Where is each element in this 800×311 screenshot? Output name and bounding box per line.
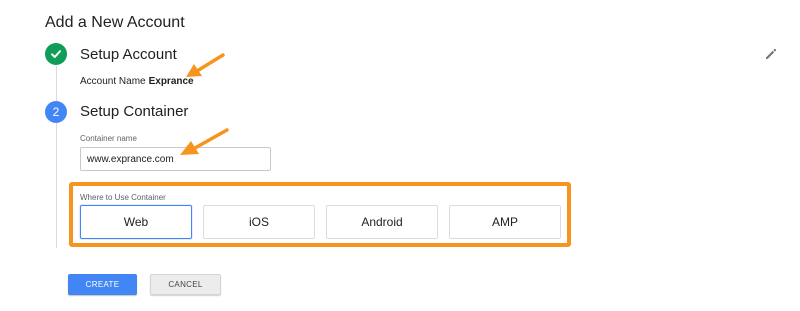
page-title: Add a New Account bbox=[45, 14, 185, 31]
platform-amp-button[interactable]: AMP bbox=[449, 205, 561, 239]
step-2-number-badge: 2 bbox=[45, 101, 67, 123]
account-name-label: Account Name bbox=[80, 76, 146, 87]
step-1-title: Setup Account bbox=[80, 46, 177, 63]
step-1-complete-badge bbox=[45, 43, 67, 65]
arrow-annotation-icon bbox=[186, 53, 225, 77]
platform-web-button[interactable]: Web bbox=[80, 205, 192, 239]
container-name-label: Container name bbox=[80, 134, 137, 143]
where-to-use-label: Where to Use Container bbox=[80, 193, 166, 202]
step-2-title: Setup Container bbox=[80, 103, 189, 120]
pencil-icon[interactable] bbox=[764, 47, 778, 61]
cancel-button[interactable]: CANCEL bbox=[150, 274, 221, 295]
platform-ios-button[interactable]: iOS bbox=[203, 205, 315, 239]
arrow-annotation-icon bbox=[180, 128, 229, 155]
check-icon bbox=[51, 50, 61, 58]
create-button[interactable]: CREATE bbox=[68, 274, 137, 295]
platform-android-button[interactable]: Android bbox=[326, 205, 438, 239]
account-name-line: Account Name Exprance bbox=[80, 76, 194, 87]
stepper-connector-line bbox=[56, 66, 57, 248]
